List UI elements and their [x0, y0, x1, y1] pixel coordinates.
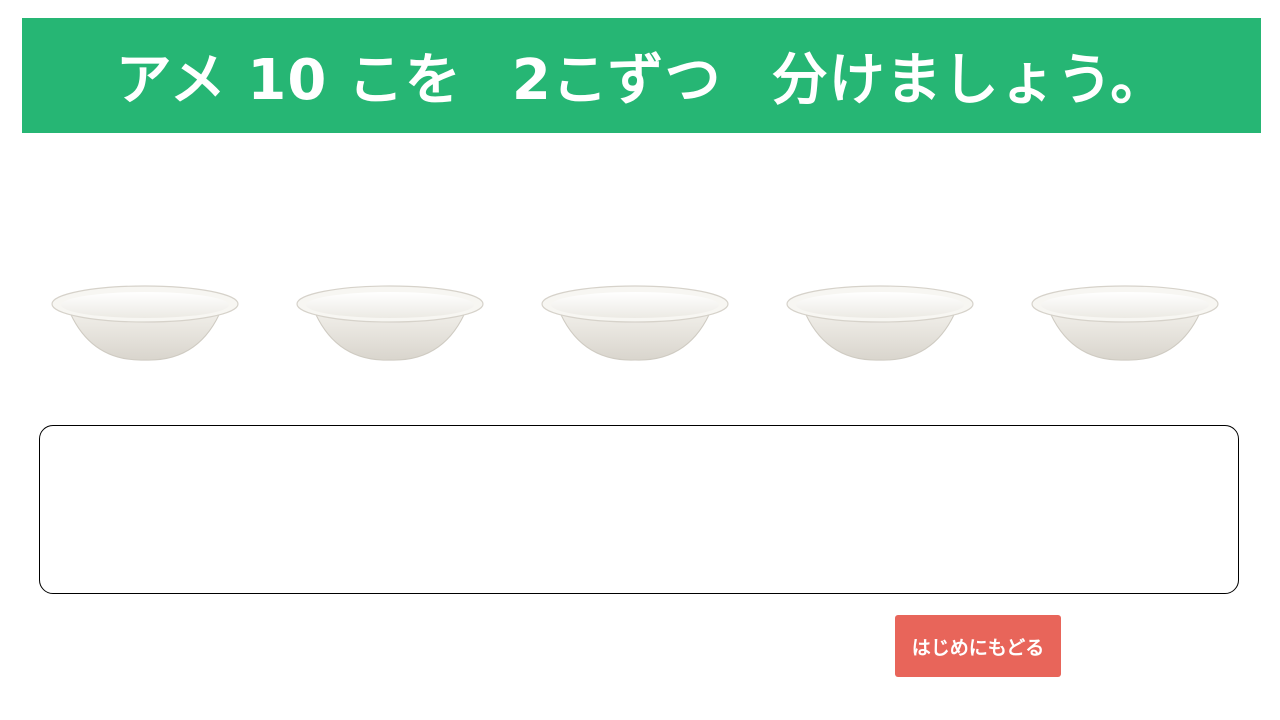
paper-bowl-icon — [1030, 280, 1220, 365]
paper-bowl-icon — [785, 280, 975, 365]
bowl-5[interactable] — [1030, 280, 1220, 365]
bowl-3[interactable] — [540, 280, 730, 365]
instruction-banner: アメ 10 こを 2こずつ 分けましょう。 — [22, 18, 1261, 133]
paper-bowl-icon — [50, 280, 240, 365]
bowl-1[interactable] — [50, 280, 240, 365]
instruction-text-part-1: アメ 10 こを — [115, 48, 462, 113]
paper-bowl-icon — [295, 280, 485, 365]
activity-page: アメ 10 こを 2こずつ 分けましょう。 はじめにもどる — [0, 0, 1280, 720]
bowl-4[interactable] — [785, 280, 975, 365]
instruction-text-part-3: 分けましょう。 — [771, 48, 1168, 113]
candy-tray-area[interactable] — [39, 425, 1239, 594]
bowl-2[interactable] — [295, 280, 485, 365]
paper-bowl-icon — [540, 280, 730, 365]
back-to-start-button[interactable]: はじめにもどる — [895, 615, 1061, 677]
instruction-text-part-2: 2こずつ — [511, 48, 722, 113]
